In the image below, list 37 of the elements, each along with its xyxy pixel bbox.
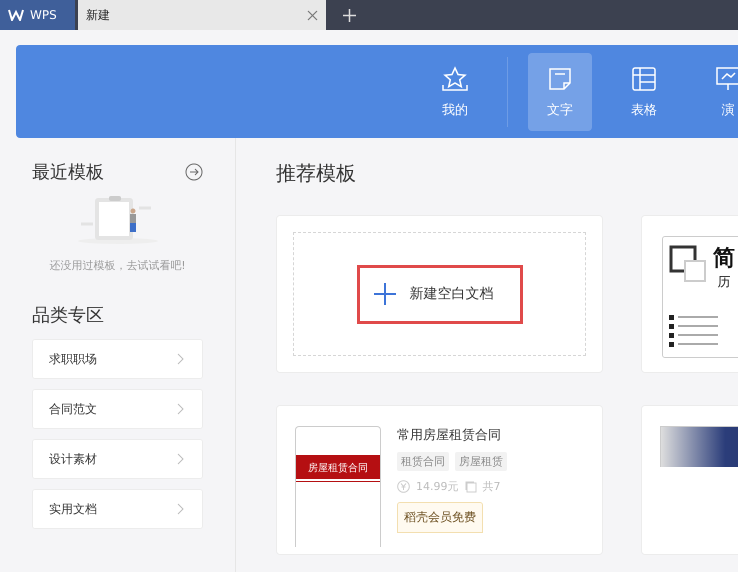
page-count: 共7 xyxy=(482,479,500,494)
thumbnail-title: 简 xyxy=(713,245,735,273)
app-tab[interactable]: WPS xyxy=(0,0,75,30)
chevron-right-icon xyxy=(177,353,184,365)
section-title: 品类专区 xyxy=(32,304,105,327)
arrow-circle-icon[interactable] xyxy=(185,163,203,181)
close-icon[interactable] xyxy=(307,10,318,20)
pages-icon xyxy=(464,480,476,492)
section-title: 推荐模板 xyxy=(276,160,357,187)
plus-icon xyxy=(342,8,356,22)
thumbnail-title: 房屋租赁合同 xyxy=(296,455,380,479)
template-card[interactable]: 简 历 xyxy=(641,215,738,373)
table-icon xyxy=(630,64,658,92)
chevron-right-icon xyxy=(177,403,184,415)
document-tab[interactable]: 新建 xyxy=(78,0,326,30)
category-item[interactable]: 合同范文 xyxy=(32,389,203,429)
yuan-icon xyxy=(397,480,410,493)
category-item[interactable]: 设计素材 xyxy=(32,439,203,479)
presentation-icon xyxy=(714,64,738,92)
category-item[interactable]: 实用文档 xyxy=(32,489,203,529)
price: 14.99元 xyxy=(416,479,458,494)
category-item[interactable]: 求职职场 xyxy=(32,339,203,379)
category-tab[interactable]: 表格 xyxy=(612,52,676,130)
empty-message: 还没用过模板，去试试看吧! xyxy=(49,258,186,273)
logo-icon xyxy=(8,9,24,21)
category-tab[interactable]: 我的 xyxy=(423,52,487,130)
chevron-right-icon xyxy=(177,453,184,465)
member-badge: 稻壳会员免费 xyxy=(397,502,483,533)
template-title[interactable]: 常用房屋租赁合同 xyxy=(397,426,507,444)
template-card[interactable]: 房屋租赁合同 常用房屋租赁合同 租赁合同 房屋租赁 14.99元 共7 稻壳会员免费 xyxy=(276,405,603,555)
chevron-right-icon xyxy=(177,503,184,515)
star-icon xyxy=(441,64,469,92)
plus-icon xyxy=(374,283,396,305)
category-tab[interactable]: 演 xyxy=(696,52,738,130)
section-title: 最近模板 xyxy=(32,161,104,184)
thumbnail-subtitle: 历 xyxy=(718,274,730,291)
new-blank-document-button[interactable]: 新建空白文档 xyxy=(356,264,522,324)
